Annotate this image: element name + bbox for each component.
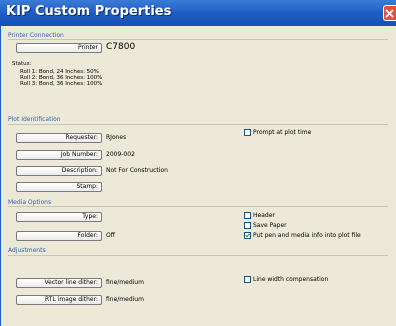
type-button[interactable]: Type: [16, 212, 102, 222]
job-number-button[interactable]: Job Number: [16, 150, 102, 160]
section-label-adjustments: Adjustments [8, 247, 46, 254]
checkbox-label: Prompt at plot time [253, 129, 312, 136]
section-label-plot-identification: Plot Identification [8, 116, 61, 123]
checkbox-box[interactable] [244, 276, 251, 283]
save-paper-checkbox[interactable]: Save Paper [244, 215, 287, 229]
description-button[interactable]: Description: [16, 166, 102, 176]
requester-value: RJones [106, 134, 127, 141]
stamp-button[interactable]: Stamp: [16, 182, 102, 192]
header-checkbox[interactable]: Header [244, 205, 275, 219]
status-label: Status: [12, 61, 32, 67]
checkmark-icon [245, 233, 250, 238]
status-roll-3: Roll 3: Bond, 36 Inches: 100% [20, 81, 103, 87]
prompt-at-plot-time-checkbox[interactable]: Prompt at plot time [244, 122, 311, 136]
section-divider [8, 206, 388, 207]
rtl-image-dither-button[interactable]: RTL image dither: [16, 295, 102, 305]
description-value: Not For Construction [106, 167, 168, 174]
vector-line-dither-button[interactable]: Vector line dither: [16, 278, 102, 288]
vector-line-dither-value: fine/medium [106, 279, 144, 286]
checkbox-label: Line width compensation [253, 276, 329, 283]
title-bar: KIP Custom Properties [0, 0, 396, 26]
section-divider [8, 255, 388, 256]
section-label-media-options: Media Options [8, 199, 52, 206]
close-icon [385, 9, 394, 18]
checkbox-box[interactable] [244, 129, 251, 136]
pen-media-info-checkbox[interactable]: Put pen and media info into plot file [244, 225, 361, 239]
requester-button[interactable]: Requester: [16, 133, 102, 143]
section-label-printer-connection: Printer Connection [8, 32, 64, 39]
printer-button[interactable]: Printer [16, 43, 102, 53]
close-button[interactable] [383, 5, 396, 21]
checkbox-label: Put pen and media info into plot file [253, 232, 361, 239]
rtl-image-dither-value: fine/medium [106, 296, 144, 303]
line-width-compensation-checkbox[interactable]: Line width compensation [244, 269, 328, 283]
window-title: KIP Custom Properties [6, 4, 172, 19]
section-divider [8, 124, 388, 125]
checkbox-box-checked[interactable] [244, 232, 251, 239]
printer-value: C7800 [106, 42, 136, 52]
folder-button[interactable]: Folder: [16, 231, 102, 241]
folder-value: Off [106, 232, 115, 239]
section-divider [8, 39, 388, 40]
job-number-value: 2009-002 [106, 151, 135, 158]
